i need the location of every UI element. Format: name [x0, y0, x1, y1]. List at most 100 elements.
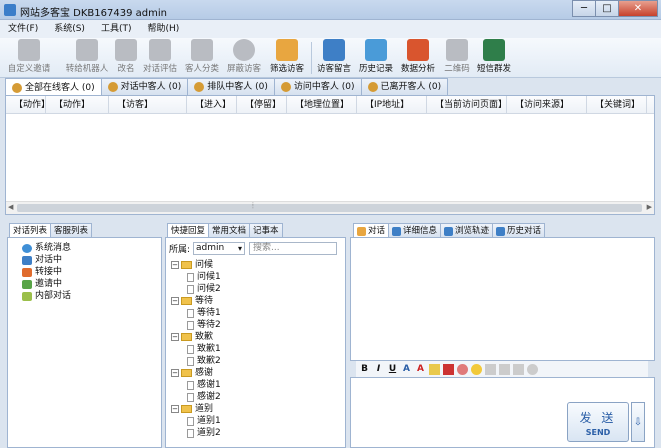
tab-in-chat[interactable]: 对话中客人 (0) — [100, 78, 189, 95]
column-header[interactable]: 【进入】 — [187, 96, 237, 113]
tab-browse-trail[interactable]: 浏览轨迹 — [440, 223, 494, 238]
italic-button[interactable]: I — [373, 364, 384, 375]
tab-queued[interactable]: 排队中客人 (0) — [187, 78, 275, 95]
qrcode-button[interactable]: 二维码 — [440, 38, 474, 76]
column-header[interactable]: 【关键词】 — [587, 96, 647, 113]
tab-left[interactable]: 已离开客人 (0) — [360, 78, 449, 95]
menu-system[interactable]: 系统(S) — [54, 20, 85, 38]
column-header[interactable]: 【动作】 — [6, 96, 50, 113]
search-input[interactable]: 搜索... — [249, 242, 338, 255]
screenshot-icon[interactable] — [499, 363, 510, 375]
tree-group[interactable]: − 等待 — [171, 295, 221, 307]
list-item[interactable]: 系统消息 — [22, 242, 71, 254]
classify-button[interactable]: 客人分类 — [182, 38, 222, 76]
scroll-left-icon[interactable]: ◀ — [8, 203, 13, 211]
scroll-right-icon[interactable]: ▶ — [647, 203, 652, 211]
highlight-icon[interactable] — [429, 363, 440, 375]
chart-icon — [407, 39, 429, 61]
menu-file[interactable]: 文件(F) — [8, 20, 38, 38]
list-item[interactable]: 对话中 — [22, 254, 71, 266]
collapse-icon[interactable]: − — [171, 405, 179, 413]
sound-icon[interactable] — [527, 363, 538, 375]
bold-button[interactable]: B — [359, 364, 370, 375]
file-icon[interactable] — [485, 363, 496, 375]
menu-help[interactable]: 帮助(H) — [147, 20, 179, 38]
scroll-thumb[interactable] — [17, 204, 642, 212]
pen-icon[interactable] — [443, 363, 454, 375]
visitor-tabs: 全部在线客人 (0) 对话中客人 (0) 排队中客人 (0) 访问中客人 (0)… — [5, 78, 655, 96]
tab-notepad[interactable]: 记事本 — [249, 223, 283, 238]
close-button[interactable]: ✕ — [618, 0, 658, 17]
visitor-message-button[interactable]: 访客留言 — [314, 38, 354, 76]
column-header[interactable]: 【动作】 — [46, 96, 109, 113]
send-button[interactable]: 发 送 SEND — [567, 402, 629, 442]
tab-quick-reply[interactable]: 快捷回复 — [167, 223, 210, 238]
tab-conversation[interactable]: 对话 — [353, 223, 390, 238]
emoji-icon[interactable] — [471, 363, 482, 375]
column-header[interactable]: 【访客】 — [109, 96, 187, 113]
history-button[interactable]: 历史记录 — [356, 38, 396, 76]
transfer-robot-button[interactable]: 转给机器人 — [62, 38, 112, 76]
maximize-button[interactable]: □ — [595, 0, 619, 17]
underline-button[interactable]: U — [387, 364, 398, 375]
tree-item[interactable]: 道别2 — [171, 427, 221, 439]
tree-item[interactable]: 问候2 — [171, 283, 221, 295]
tree-item[interactable]: 致歉2 — [171, 355, 221, 367]
star-icon[interactable] — [513, 363, 524, 375]
tree-item[interactable]: 致歉1 — [171, 343, 221, 355]
custom-invite-button[interactable]: 自定义邀请 — [4, 38, 54, 76]
collapse-icon[interactable]: − — [171, 297, 179, 305]
collapse-icon[interactable]: − — [171, 369, 179, 377]
tree-group[interactable]: − 致歉 — [171, 331, 221, 343]
font-color-icon[interactable]: A — [415, 364, 426, 375]
owner-label: 所属: — [169, 245, 191, 255]
sms-icon — [483, 39, 505, 61]
tree-item[interactable]: 等待2 — [171, 319, 221, 331]
tree-group[interactable]: − 问候 — [171, 259, 221, 271]
column-header[interactable]: 【地理位置】 — [287, 96, 357, 113]
folder-icon — [181, 261, 192, 269]
editor-toolbar: B I U A A — [356, 361, 648, 377]
column-header[interactable]: 【访问来源】 — [507, 96, 587, 113]
tab-history-chat[interactable]: 历史对话 — [492, 223, 546, 238]
block-visitor-button[interactable]: 屏蔽访客 — [224, 38, 264, 76]
document-icon — [187, 320, 194, 330]
tree-item[interactable]: 感谢2 — [171, 391, 221, 403]
horizontal-scrollbar[interactable]: ◀ ⦙ ▶ — [6, 201, 654, 214]
eraser-icon[interactable] — [457, 363, 468, 375]
rename-button[interactable]: 改名 — [114, 38, 138, 76]
collapse-icon[interactable]: − — [171, 333, 179, 341]
list-item[interactable]: 邀请中 — [22, 278, 71, 290]
folder-icon — [181, 333, 192, 341]
evaluate-button[interactable]: 对话评估 — [140, 38, 180, 76]
tab-visiting[interactable]: 访问中客人 (0) — [273, 78, 362, 95]
data-analysis-button[interactable]: 数据分析 — [398, 38, 438, 76]
column-header[interactable]: 【当前访问页面】 — [427, 96, 507, 113]
tree-item[interactable]: 道别1 — [171, 415, 221, 427]
send-options-icon[interactable]: ⇩ — [631, 402, 645, 442]
tab-chat-list[interactable]: 对话列表 — [9, 223, 52, 238]
font-size-icon[interactable]: A — [401, 364, 412, 375]
tab-all-online[interactable]: 全部在线客人 (0) — [5, 78, 102, 96]
tree-item[interactable]: 感谢1 — [171, 379, 221, 391]
tree-group[interactable]: − 感谢 — [171, 367, 221, 379]
list-item[interactable]: 内部对话 — [22, 290, 71, 302]
tree-group[interactable]: − 道别 — [171, 403, 221, 415]
tab-agent-list[interactable]: 客服列表 — [50, 223, 93, 238]
column-header[interactable]: 【停留】 — [237, 96, 287, 113]
menu-tools[interactable]: 工具(T) — [101, 20, 132, 38]
sms-button[interactable]: 短信群发 — [474, 38, 514, 76]
tree-item[interactable]: 问候1 — [171, 271, 221, 283]
minimize-button[interactable]: ─ — [572, 0, 596, 17]
owner-select[interactable]: admin — [193, 242, 246, 255]
filter-visitor-button[interactable]: 筛选访客 — [266, 38, 308, 76]
tab-documents[interactable]: 常用文档 — [208, 223, 251, 238]
list-item[interactable]: 转接中 — [22, 266, 71, 278]
visitor-icon — [280, 82, 291, 92]
visitor-icon — [107, 82, 118, 92]
column-header[interactable]: 【IP地址】 — [357, 96, 427, 113]
tree-item[interactable]: 等待1 — [171, 307, 221, 319]
tab-details[interactable]: 详细信息 — [388, 223, 442, 238]
app-icon — [4, 4, 16, 16]
collapse-icon[interactable]: − — [171, 261, 179, 269]
